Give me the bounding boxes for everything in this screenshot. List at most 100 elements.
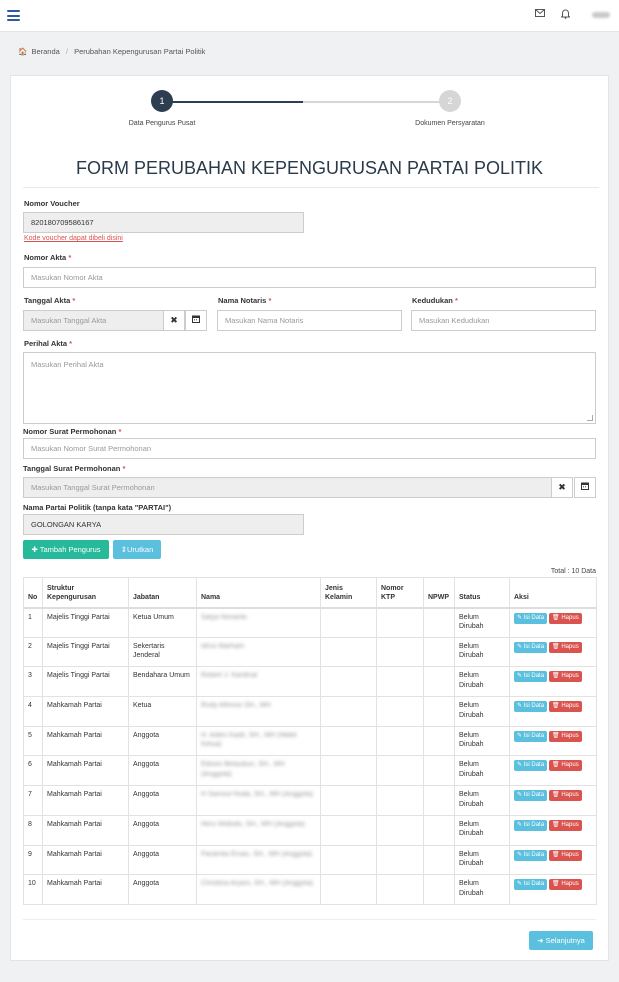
isi-data-button[interactable]: ✎ Isi Data [514, 790, 548, 802]
voucher-buy-link[interactable]: Kode voucher dapat dibeli disini [24, 235, 123, 242]
row-actions: ✎ Isi Data 🗑 Hapus [509, 814, 597, 846]
row-jenis-kelamin [320, 636, 377, 668]
selanjutnya-button[interactable]: ➜ Selanjutnya [529, 931, 593, 950]
hapus-button[interactable]: 🗑 Hapus [549, 849, 582, 861]
column-header: No [23, 577, 43, 609]
hapus-button[interactable]: 🗑 Hapus [549, 730, 582, 742]
row-ktp [376, 785, 424, 816]
row-npwp [423, 785, 455, 816]
column-header: Jabatan [128, 577, 197, 609]
user-menu[interactable] [592, 12, 610, 18]
trash-icon: 🗑 [552, 732, 560, 739]
tambah-pengurus-button[interactable]: ✚ Tambah Pengurus [23, 540, 109, 559]
isi-data-label: Isi Data [523, 643, 545, 650]
resize-handle-icon[interactable] [587, 415, 593, 421]
surat-input[interactable]: Masukan Nomor Surat Permohonan [23, 438, 596, 459]
partai-field[interactable]: GOLONGAN KARYA [23, 514, 304, 535]
isi-data-label: Isi Data [523, 792, 545, 799]
hapus-button[interactable]: 🗑 Hapus [549, 641, 582, 653]
clear-date-icon[interactable]: ✖ [551, 477, 573, 498]
isi-data-button[interactable]: ✎ Isi Data [514, 730, 548, 742]
isi-data-button[interactable]: ✎ Isi Data [514, 879, 548, 891]
row-jabatan: Anggota [128, 814, 197, 846]
isi-data-label: Isi Data [523, 881, 545, 888]
urutkan-button[interactable]: ⇕Urutkan [113, 540, 161, 559]
row-npwp [423, 636, 455, 668]
step-1-circle[interactable]: 1 [151, 90, 173, 112]
isi-data-button[interactable]: ✎ Isi Data [514, 641, 548, 653]
table-row: 10 Mahkamah Partai Anggota Christina Aryani… [23, 874, 597, 905]
required-mark: * [454, 296, 458, 305]
pencil-icon: ✎ [517, 703, 523, 710]
table-body: 1 Majelis Tinggi Partai Ketua Umum Satya No… [23, 607, 597, 905]
row-struktur: Mahkamah Partai [42, 725, 129, 757]
row-jenis-kelamin [320, 844, 377, 876]
row-status: Belum Dirubah [454, 636, 510, 668]
row-npwp [423, 874, 455, 905]
isi-data-button[interactable]: ✎ Isi Data [514, 760, 548, 772]
isi-data-button[interactable]: ✎ Isi Data [514, 701, 548, 713]
row-npwp [423, 725, 455, 757]
calendar-icon[interactable] [185, 310, 207, 331]
hapus-button[interactable]: 🗑 Hapus [549, 612, 582, 624]
notaris-label: Nama Notaris * [218, 296, 271, 305]
isi-data-button[interactable]: ✎ Isi Data [514, 849, 548, 861]
required-mark: * [69, 339, 73, 348]
column-header: Nomor KTP [376, 577, 424, 609]
breadcrumb-current: Perubahan Kepengurusan Partai Politik [74, 47, 206, 56]
plus-icon: ✚ [31, 545, 38, 554]
partai-label: Nama Partai Politik (tanpa kata "PARTAI"… [23, 503, 172, 512]
row-nama: Satya Novanto [196, 607, 321, 638]
clear-date-icon[interactable]: ✖ [163, 310, 185, 331]
akta-input[interactable]: Masukan Nomor Akta [23, 267, 596, 288]
kedudukan-label-text: Kedudukan [412, 296, 453, 305]
row-struktur: Mahkamah Partai [42, 696, 129, 727]
isi-data-label: Isi Data [523, 821, 545, 828]
row-jenis-kelamin [320, 725, 377, 757]
tanggal-surat-input[interactable]: Masukan Tanggal Surat Permohonan [23, 477, 552, 498]
tanggal-akta-label: Tanggal Akta * [24, 296, 75, 305]
row-struktur: Majelis Tinggi Partai [42, 666, 129, 698]
column-header: Status [454, 577, 510, 609]
hapus-button[interactable]: 🗑 Hapus [549, 701, 582, 713]
step-progress-done [162, 101, 303, 103]
hapus-button[interactable]: 🗑 Hapus [549, 790, 582, 802]
bell-icon[interactable] [560, 9, 571, 23]
hapus-label: Hapus [561, 851, 579, 858]
row-struktur: Mahkamah Partai [42, 785, 129, 816]
hapus-label: Hapus [561, 762, 579, 769]
hapus-button[interactable]: 🗑 Hapus [549, 879, 582, 891]
row-npwp [423, 696, 455, 727]
voucher-field[interactable]: 820180709586167 [23, 212, 304, 233]
menu-toggle-icon[interactable] [7, 10, 20, 21]
isi-data-label: Isi Data [523, 732, 545, 739]
hapus-button[interactable]: 🗑 Hapus [549, 760, 582, 772]
kedudukan-input[interactable]: Masukan Kedudukan [411, 310, 596, 331]
table-row: 6 Mahkamah Partai Anggota Edison Betaubun, … [23, 755, 597, 787]
isi-data-button[interactable]: ✎ Isi Data [514, 819, 548, 831]
isi-data-button[interactable]: ✎ Isi Data [514, 612, 548, 624]
required-mark: * [68, 253, 72, 262]
tambah-pengurus-label: Tambah Pengurus [39, 545, 101, 554]
hapus-button[interactable]: 🗑 Hapus [549, 819, 582, 831]
calendar-icon[interactable] [574, 477, 596, 498]
akta-label: Nomor Akta * [24, 253, 71, 262]
isi-data-button[interactable]: ✎ Isi Data [514, 671, 548, 683]
arrow-right-icon: ➜ [537, 936, 544, 945]
pencil-icon: ✎ [517, 732, 523, 739]
column-header: Nama [196, 577, 321, 609]
column-header: Jenis Kelamin [320, 577, 377, 609]
row-struktur: Majelis Tinggi Partai [42, 636, 129, 668]
step-2-circle[interactable]: 2 [439, 90, 461, 112]
surat-label: Nomor Surat Permohonan * [23, 427, 121, 436]
perihal-textarea[interactable]: Masukan Perihal Akta [23, 352, 596, 424]
envelope-icon[interactable] [535, 9, 545, 21]
notaris-input[interactable]: Masukan Nama Notaris [217, 310, 402, 331]
row-ktp [376, 844, 424, 876]
hapus-button[interactable]: 🗑 Hapus [549, 671, 582, 683]
breadcrumb-home[interactable]: Beranda [31, 47, 59, 56]
column-header: Struktur Kepengurusan [42, 577, 129, 609]
tanggal-akta-input[interactable]: Masukan Tanggal Akta [23, 310, 164, 331]
tanggal-surat-label: Tanggal Surat Permohonan * [23, 464, 125, 473]
row-ktp [376, 725, 424, 757]
